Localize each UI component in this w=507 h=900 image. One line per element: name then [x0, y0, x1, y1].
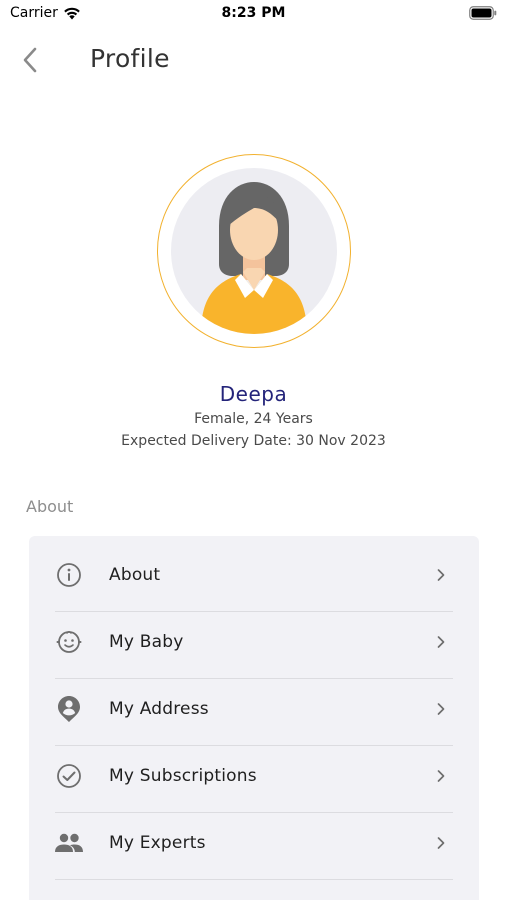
page-title: Profile [90, 44, 170, 73]
profile-name: Deepa [219, 382, 288, 406]
menu-item-about[interactable]: About [29, 541, 479, 608]
carrier-indicator: Carrier [10, 5, 81, 21]
user-avatar-icon [201, 182, 307, 334]
menu-item-label: My Subscriptions [109, 765, 257, 786]
chevron-right-icon [433, 701, 449, 717]
navigation-bar: Profile [0, 36, 507, 84]
avatar-image [171, 168, 337, 334]
status-bar: Carrier 8:23 PM [0, 0, 507, 30]
section-label-about: About [26, 497, 74, 516]
avatar[interactable] [157, 154, 351, 348]
menu-item-label: My Address [109, 698, 209, 719]
menu-item-label: My Experts [109, 832, 206, 853]
people-icon [54, 828, 84, 858]
menu-item-label: My Baby [109, 631, 184, 652]
menu-divider [55, 879, 453, 880]
info-icon [54, 560, 84, 590]
profile-gender-age: Female, 24 Years [194, 411, 313, 427]
expected-delivery-date: Expected Delivery Date: 30 Nov 2023 [121, 433, 386, 449]
baby-face-icon [54, 627, 84, 657]
profile-menu-card: About My Baby My Address My Subscription… [29, 536, 479, 900]
chevron-right-icon [433, 567, 449, 583]
wifi-icon [64, 7, 80, 19]
check-circle-icon [54, 761, 84, 791]
chevron-right-icon [433, 768, 449, 784]
chevron-left-icon [23, 47, 37, 73]
carrier-label: Carrier [10, 5, 58, 21]
menu-item-my-subscriptions[interactable]: My Subscriptions [29, 742, 479, 809]
menu-item-label: About [109, 564, 161, 585]
back-button[interactable] [14, 44, 46, 76]
chevron-right-icon [433, 634, 449, 650]
chevron-right-icon [433, 835, 449, 851]
menu-item-my-baby[interactable]: My Baby [29, 608, 479, 675]
battery-icon [469, 6, 497, 20]
menu-item-my-address[interactable]: My Address [29, 675, 479, 742]
location-pin-icon [54, 694, 84, 724]
menu-item-my-experts[interactable]: My Experts [29, 809, 479, 876]
